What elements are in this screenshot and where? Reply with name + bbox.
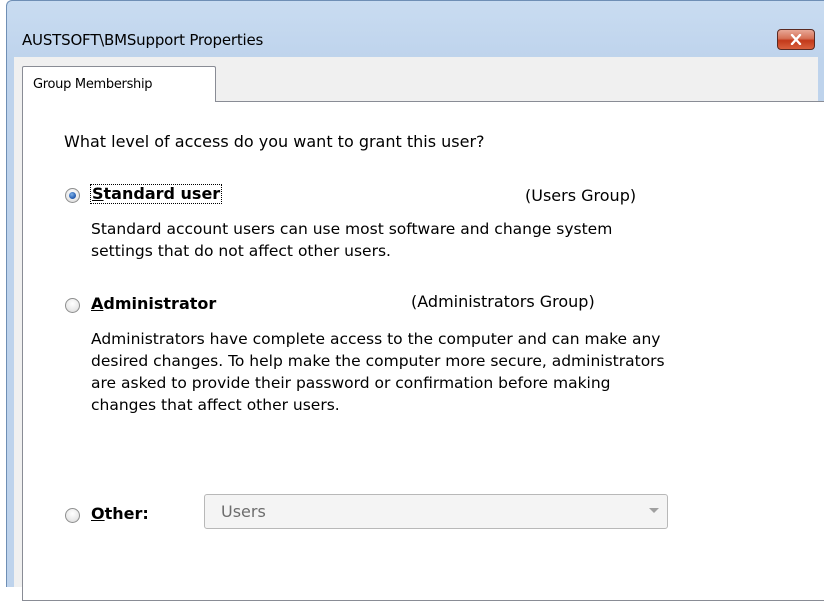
standard-user-label[interactable]: Standard user (90, 184, 223, 204)
close-x-icon (790, 34, 802, 45)
administrator-radio[interactable] (65, 298, 80, 313)
mnemonic-s: S (92, 184, 104, 203)
tab-group-membership[interactable]: Group Membership (22, 66, 216, 102)
administrator-label-rest: dministrator (103, 294, 217, 313)
tab-label: Group Membership (33, 77, 153, 92)
close-button[interactable] (777, 29, 815, 50)
other-group-select[interactable]: Users (204, 494, 668, 529)
administrator-label[interactable]: Administrator (91, 294, 216, 313)
window-title: AUSTSOFT\BMSupport Properties (22, 31, 264, 49)
mnemonic-a: A (91, 294, 104, 313)
standard-user-label-rest: tandard user (103, 184, 221, 203)
title-bar[interactable] (7, 1, 824, 31)
standard-user-radio[interactable] (65, 188, 80, 203)
mnemonic-o: O (91, 504, 105, 523)
other-group-select-value: Users (221, 502, 266, 521)
other-radio[interactable] (65, 508, 80, 523)
chevron-down-icon (649, 508, 659, 513)
other-label-rest: ther: (104, 504, 149, 523)
other-label[interactable]: Other: (91, 504, 149, 523)
